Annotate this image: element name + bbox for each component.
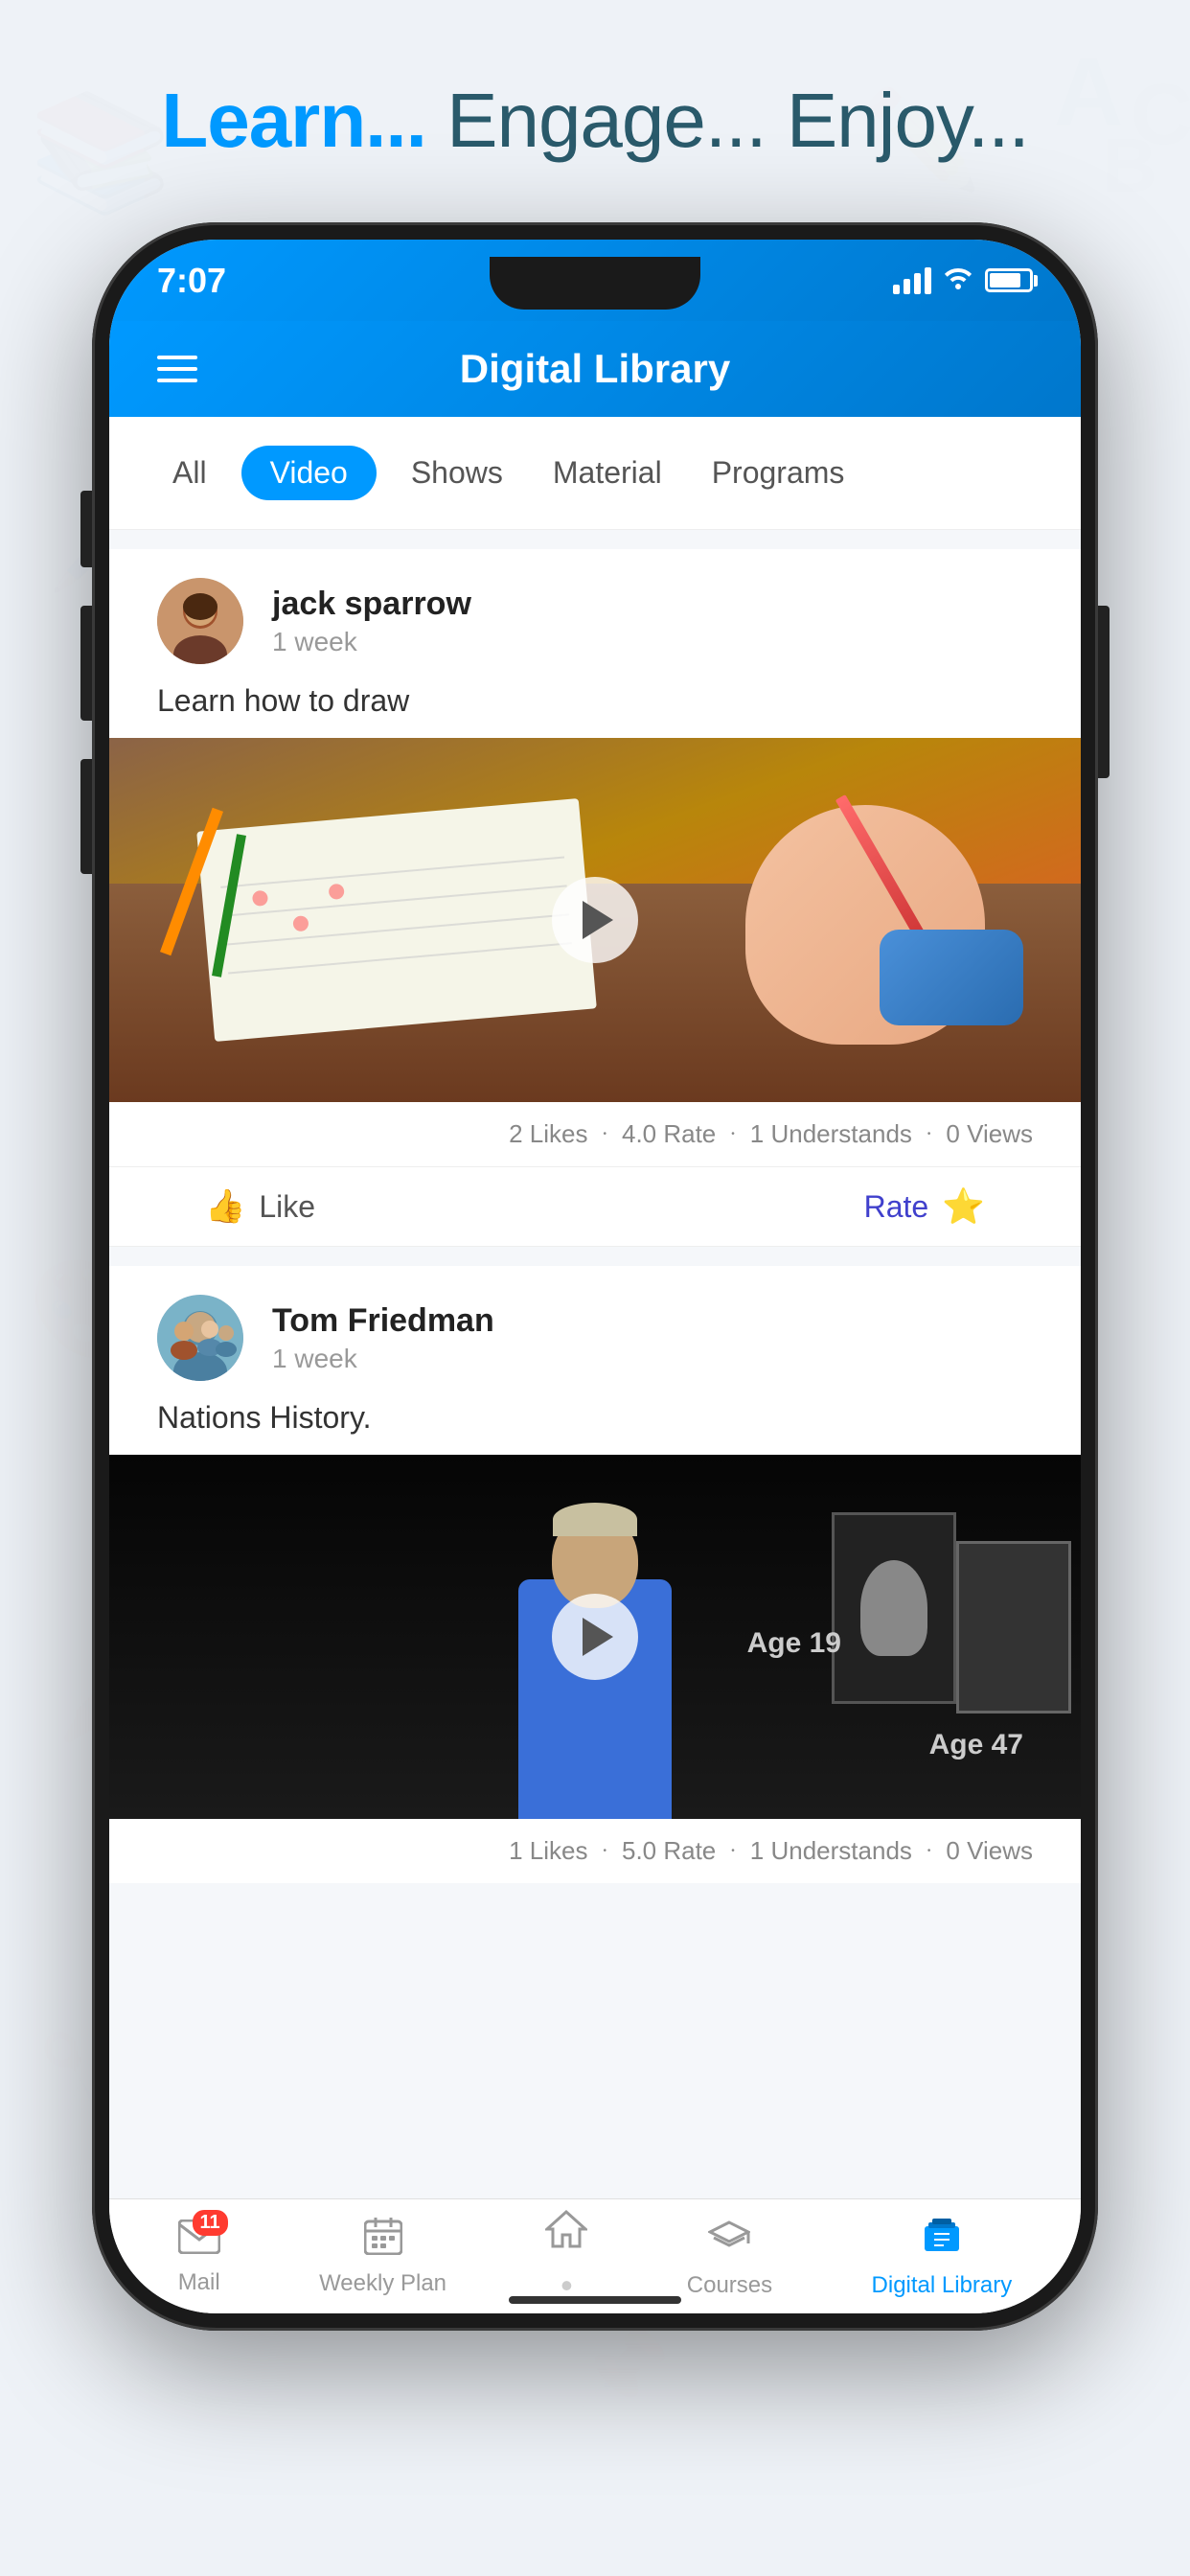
age-19-label: Age 19 — [747, 1627, 841, 1660]
hamburger-menu[interactable] — [157, 356, 197, 382]
home-icon — [545, 2208, 587, 2260]
nav-label-mail: Mail — [178, 2269, 220, 2296]
home-indicator — [509, 2296, 681, 2304]
phone-mockup: 7:07 — [92, 222, 1098, 2331]
post-header-1: jack sparrow 1 week — [109, 549, 1081, 683]
star-icon-1: ⭐ — [942, 1186, 985, 1227]
rate-label-1: Rate — [864, 1189, 929, 1225]
post-author-1: jack sparrow — [272, 586, 471, 623]
like-button-1[interactable]: 👍 Like — [205, 1187, 315, 1226]
stat-rate-1: 4.0 Rate — [622, 1119, 716, 1149]
post-author-2: Tom Friedman — [272, 1302, 494, 1340]
scroll-content[interactable]: All Video Shows Material Programs — [109, 417, 1081, 2198]
post-time-2: 1 week — [272, 1344, 494, 1374]
tab-material[interactable]: Material — [538, 448, 677, 498]
post-time-1: 1 week — [272, 627, 471, 657]
nav-label-weekly-plan: Weekly Plan — [319, 2270, 446, 2297]
post-caption-2: Nations History. — [109, 1400, 1081, 1455]
svg-text:📌: 📌 — [575, 2324, 671, 2413]
headline: Learn... Engage... Enjoy... — [161, 77, 1028, 165]
signal-icon — [893, 267, 931, 294]
nav-label-digital-library: Digital Library — [872, 2272, 1013, 2299]
stat-views-2: 0 Views — [946, 1836, 1033, 1866]
avatar-tom — [157, 1295, 243, 1381]
side-button-silent — [80, 491, 92, 567]
stat-views-1: 0 Views — [946, 1119, 1033, 1149]
play-button-2[interactable] — [552, 1594, 638, 1680]
library-icon — [921, 2215, 963, 2266]
status-icons — [893, 264, 1033, 297]
header-bar: Digital Library — [109, 321, 1081, 417]
filter-tabs: All Video Shows Material Programs — [109, 417, 1081, 530]
post-caption-1: Learn how to draw — [109, 683, 1081, 738]
tab-shows[interactable]: Shows — [396, 448, 518, 498]
svg-text:A: A — [1054, 38, 1123, 146]
post-card-1: jack sparrow 1 week Learn how to draw — [109, 549, 1081, 1247]
calendar-icon — [364, 2217, 402, 2265]
rate-button-1[interactable]: Rate ⭐ — [864, 1186, 985, 1227]
thumbs-up-icon: 👍 — [205, 1187, 245, 1226]
notch — [490, 257, 700, 310]
post-meta-1: jack sparrow 1 week — [272, 586, 471, 657]
stat-understands-1: 1 Understands — [750, 1119, 912, 1149]
header-title: Digital Library — [460, 346, 730, 392]
stats-row-1: 2 Likes • 4.0 Rate • 1 Understands • 0 V… — [109, 1102, 1081, 1166]
stat-likes-2: 1 Likes — [509, 1836, 587, 1866]
battery-icon — [985, 268, 1033, 292]
phone-screen: 7:07 — [109, 240, 1081, 2313]
like-label-1: Like — [259, 1189, 315, 1225]
nav-item-home[interactable]: • — [545, 2208, 587, 2306]
tab-programs[interactable]: Programs — [697, 448, 860, 498]
nav-item-courses[interactable]: Courses — [687, 2215, 772, 2299]
tab-all[interactable]: All — [157, 448, 222, 498]
svg-text:📚: 📚 — [29, 88, 172, 218]
side-button-volume-up — [80, 606, 92, 721]
stat-rate-2: 5.0 Rate — [622, 1836, 716, 1866]
mail-badge: 11 — [193, 2210, 228, 2236]
post-card-2: Tom Friedman 1 week Nations History. — [109, 1266, 1081, 1883]
nav-item-digital-library[interactable]: Digital Library — [872, 2215, 1013, 2299]
side-button-power — [1098, 606, 1110, 778]
action-row-1: 👍 Like Rate ⭐ — [109, 1166, 1081, 1247]
stat-understands-2: 1 Understands — [750, 1836, 912, 1866]
status-time: 7:07 — [157, 261, 226, 301]
nav-label-courses: Courses — [687, 2272, 772, 2299]
video-thumb-2[interactable]: Age 19 Age 47 — [109, 1455, 1081, 1819]
stat-likes-1: 2 Likes — [509, 1119, 587, 1149]
tab-video[interactable]: Video — [241, 446, 377, 500]
stats-row-2: 1 Likes • 5.0 Rate • 1 Understands • 0 V… — [109, 1819, 1081, 1883]
svg-text:C: C — [1131, 67, 1190, 163]
wifi-icon — [943, 264, 973, 297]
nav-item-weekly-plan[interactable]: Weekly Plan — [319, 2217, 446, 2297]
post-header-2: Tom Friedman 1 week — [109, 1266, 1081, 1400]
post-meta-2: Tom Friedman 1 week — [272, 1302, 494, 1374]
avatar-jack — [157, 578, 243, 664]
svg-text:B: B — [1102, 123, 1157, 208]
nav-item-mail[interactable]: 11 Mail — [178, 2218, 220, 2296]
headline-learn: Learn... — [161, 78, 426, 163]
headline-rest: Engage... Enjoy... — [426, 78, 1029, 163]
courses-icon — [708, 2215, 750, 2266]
side-button-volume-down — [80, 759, 92, 874]
video-thumb-1[interactable] — [109, 738, 1081, 1102]
age-47-label: Age 47 — [929, 1729, 1023, 1761]
play-button-1[interactable] — [552, 877, 638, 963]
